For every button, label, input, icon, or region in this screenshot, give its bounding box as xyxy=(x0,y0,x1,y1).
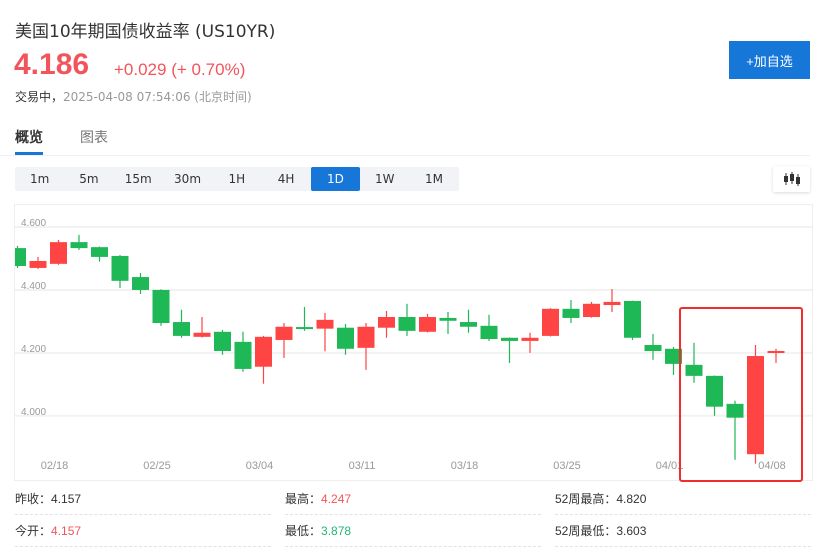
x-tick-label: 03/11 xyxy=(349,460,376,472)
y-tick-label: 4.400 xyxy=(21,281,46,292)
candle-body[interactable] xyxy=(460,322,477,327)
tab-divider xyxy=(0,155,810,156)
divider xyxy=(285,546,541,547)
divider xyxy=(555,514,811,515)
candle-body[interactable] xyxy=(15,248,26,267)
period-30m[interactable]: 30m xyxy=(163,167,212,191)
stat-52w-high: 52周最高：4.820 xyxy=(555,490,646,507)
divider xyxy=(15,514,271,515)
current-price: 4.186 xyxy=(14,48,90,81)
divider xyxy=(285,514,541,515)
candle-body[interactable] xyxy=(132,277,149,290)
candle-body[interactable] xyxy=(193,332,211,337)
add-to-watchlist-button[interactable]: +加自选 xyxy=(729,41,810,79)
y-tick-label: 4.000 xyxy=(21,407,46,418)
candle-body[interactable] xyxy=(644,345,662,351)
period-5m[interactable]: 5m xyxy=(64,167,113,191)
period-4h[interactable]: 4H xyxy=(261,167,310,191)
x-tick-label: 03/25 xyxy=(553,460,581,472)
period-1mo[interactable]: 1M xyxy=(409,167,458,191)
candle-body[interactable] xyxy=(357,326,375,348)
stat-low: 最低：3.878 xyxy=(285,522,351,539)
highlight-annotation-box xyxy=(679,307,803,482)
candle-body[interactable] xyxy=(521,337,539,341)
stat-value: 4.820 xyxy=(616,492,647,506)
x-tick-label: 02/25 xyxy=(143,460,171,472)
timezone: (北京时间) xyxy=(194,90,252,104)
y-tick-label: 4.200 xyxy=(21,344,46,355)
price-change: +0.029 (+ 0.70%) xyxy=(114,60,246,79)
period-1w[interactable]: 1W xyxy=(360,167,409,191)
candle-body[interactable] xyxy=(624,300,641,338)
timestamp: 2025-04-08 07:54:06 xyxy=(63,90,191,104)
period-selector: 1m 5m 15m 30m 1H 4H 1D 1W 1M xyxy=(15,167,459,191)
candle-body[interactable] xyxy=(234,341,252,369)
stat-label: 52周最低： xyxy=(555,524,617,538)
candle-body[interactable] xyxy=(91,247,108,257)
candle-body[interactable] xyxy=(275,326,293,340)
x-tick-label: 03/04 xyxy=(246,460,274,472)
candle-body[interactable] xyxy=(542,308,559,336)
divider xyxy=(15,546,271,547)
trading-status: 交易中，2025-04-08 07:54:06 (北京时间) xyxy=(15,88,252,105)
status-label: 交易中， xyxy=(15,90,64,104)
candle-body[interactable] xyxy=(501,337,518,341)
stat-52w-low: 52周最低：3.603 xyxy=(555,522,646,539)
candle-body[interactable] xyxy=(255,336,272,367)
period-15m[interactable]: 15m xyxy=(114,167,163,191)
candle-body[interactable] xyxy=(583,303,600,318)
candle-body[interactable] xyxy=(111,255,129,281)
stat-high: 最高：4.247 xyxy=(285,490,351,507)
candle-body[interactable] xyxy=(398,317,416,331)
period-1h[interactable]: 1H xyxy=(212,167,261,191)
candle-body[interactable] xyxy=(316,319,334,329)
stat-value: 4.247 xyxy=(321,492,352,506)
candle-body[interactable] xyxy=(562,308,580,318)
stat-open: 今开：4.157 xyxy=(15,522,81,539)
candle-body[interactable] xyxy=(378,317,395,328)
candle-body[interactable] xyxy=(419,317,436,332)
stat-label: 今开： xyxy=(15,524,52,538)
chart-type-button[interactable] xyxy=(773,166,810,192)
candle-body[interactable] xyxy=(173,322,190,336)
candle-body[interactable] xyxy=(70,242,88,249)
candle-body[interactable] xyxy=(337,327,354,349)
stat-prev-close: 昨收：4.157 xyxy=(15,490,81,507)
y-tick-label: 4.600 xyxy=(21,218,46,229)
stat-label: 最低： xyxy=(285,524,322,538)
tab-overview[interactable]: 概览 xyxy=(15,127,43,147)
stat-label: 昨收： xyxy=(15,492,52,506)
candle-body[interactable] xyxy=(603,301,621,306)
tab-chart[interactable]: 图表 xyxy=(80,127,108,147)
x-tick-label: 02/18 xyxy=(41,460,69,472)
candle-body[interactable] xyxy=(214,331,231,351)
stat-value: 4.157 xyxy=(51,524,82,538)
candle-body[interactable] xyxy=(50,242,67,264)
candle-body[interactable] xyxy=(152,289,170,323)
stat-value: 3.603 xyxy=(616,524,647,538)
x-tick-label: 03/18 xyxy=(451,460,479,472)
stat-label: 52周最高： xyxy=(555,492,617,506)
candle-body[interactable] xyxy=(439,317,457,321)
stat-value: 4.157 xyxy=(51,492,82,506)
instrument-title: 美国10年期国债收益率 (US10YR) xyxy=(15,22,276,42)
candle-body[interactable] xyxy=(29,261,47,268)
divider xyxy=(555,546,811,547)
candle-body[interactable] xyxy=(480,325,498,340)
candlestick-icon xyxy=(783,172,800,186)
period-1d[interactable]: 1D xyxy=(310,167,361,191)
candle-body[interactable] xyxy=(296,327,313,330)
period-1m[interactable]: 1m xyxy=(15,167,64,191)
stat-value: 3.878 xyxy=(321,524,352,538)
stat-label: 最高： xyxy=(285,492,322,506)
